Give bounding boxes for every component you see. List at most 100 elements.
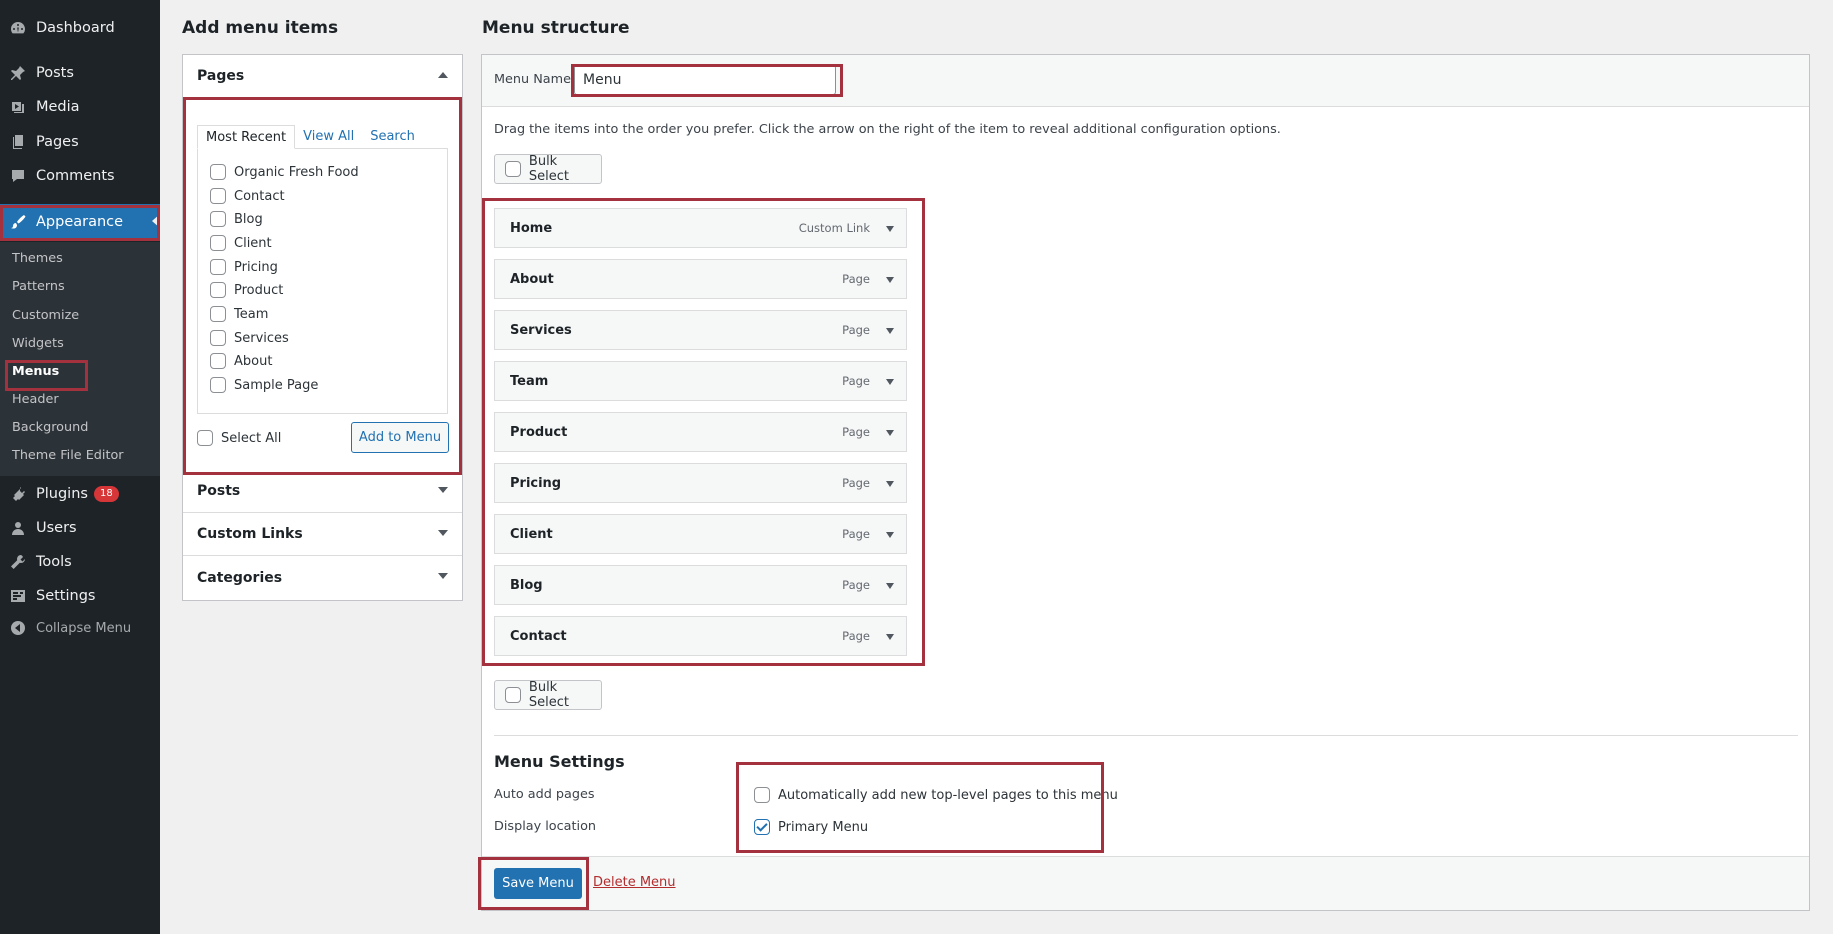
checkbox[interactable] [210,330,226,346]
menu-item-type: Page [842,323,870,337]
primary-menu-checkbox[interactable]: Primary Menu [754,819,868,835]
pages-icon [9,133,27,151]
submenu-customize[interactable]: Customize [12,308,79,323]
submenu-header[interactable]: Header [12,392,59,407]
tab-most-recent[interactable]: Most Recent [197,125,296,149]
submenu-menus[interactable]: Menus [12,364,59,379]
collapse-menu-button[interactable]: Collapse Menu [0,611,160,645]
categories-section-toggle[interactable]: Categories [183,556,462,599]
submenu-background[interactable]: Background [12,420,88,435]
save-menu-button[interactable]: Save Menu [494,868,582,899]
menu-item-services[interactable]: Services Page [494,310,907,350]
item-expand-arrow-icon[interactable] [886,583,894,589]
checkbox[interactable] [210,164,226,180]
menu-item-pricing[interactable]: Pricing Page [494,463,907,503]
page-checkbox-row[interactable]: Pricing [210,259,278,275]
page-checkbox-row[interactable]: Team [210,306,268,322]
custom-links-section-toggle[interactable]: Custom Links [183,513,462,556]
item-expand-arrow-icon[interactable] [886,328,894,334]
posts-section-toggle[interactable]: Posts [183,470,462,513]
page-label: Services [234,330,289,346]
display-location-label: Display location [494,819,597,834]
comment-icon [9,167,27,185]
nav-comments[interactable]: Comments [0,159,160,193]
checkbox[interactable] [210,282,226,298]
menu-item-product[interactable]: Product Page [494,412,907,452]
delete-menu-link[interactable]: Delete Menu [593,875,676,890]
page-checkbox-row[interactable]: Client [210,235,272,251]
page-checkbox-row[interactable]: Organic Fresh Food [210,164,359,180]
plugins-update-badge: 18 [93,486,119,502]
nav-users[interactable]: Users [0,511,160,545]
auto-add-pages-checkbox[interactable]: Automatically add new top-level pages to… [754,787,1118,803]
bulk-select-bottom-button[interactable]: Bulk Select [494,680,602,710]
page-checkbox-row[interactable]: Services [210,330,289,346]
menu-item-home[interactable]: Home Custom Link [494,208,907,248]
tab-search[interactable]: Search [362,125,423,149]
checkbox[interactable] [210,259,226,275]
nav-posts[interactable]: Posts [0,56,160,90]
checkbox[interactable] [754,787,770,803]
item-expand-arrow-icon[interactable] [886,481,894,487]
item-expand-arrow-icon[interactable] [886,277,894,283]
page-checkbox-row[interactable]: About [210,353,272,369]
item-expand-arrow-icon[interactable] [886,532,894,538]
item-expand-arrow-icon[interactable] [886,634,894,640]
add-to-menu-button[interactable]: Add to Menu [351,422,449,453]
checkbox[interactable] [210,353,226,369]
bulk-select-top-button[interactable]: Bulk Select [494,154,602,184]
submenu-theme-file-editor[interactable]: Theme File Editor [12,448,124,463]
checkbox[interactable] [210,235,226,251]
nav-tools[interactable]: Tools [0,545,160,579]
page-checkbox-row[interactable]: Contact [210,188,285,204]
custom-links-section-title: Custom Links [197,526,303,542]
pages-section-toggle[interactable]: Pages [183,55,462,98]
checkbox[interactable] [197,430,213,446]
checkbox[interactable] [210,377,226,393]
nav-plugins[interactable]: Plugins 18 [0,477,160,511]
submenu-widgets[interactable]: Widgets [12,336,64,351]
menu-item-type: Page [842,272,870,286]
menu-item-about[interactable]: About Page [494,259,907,299]
select-all-checkbox[interactable]: Select All [197,430,281,446]
checkbox[interactable] [505,161,521,177]
page-checkbox-row[interactable]: Sample Page [210,377,318,393]
checkbox[interactable] [210,211,226,227]
nav-appearance[interactable]: Appearance [0,204,160,240]
tab-view-all[interactable]: View All [295,125,362,149]
menu-item-title: Contact [510,628,567,644]
menu-name-input[interactable]: Menu [574,65,836,95]
checkbox-checked[interactable] [754,819,770,835]
submenu-themes[interactable]: Themes [12,251,63,266]
checkbox[interactable] [210,188,226,204]
nav-posts-label: Posts [36,65,74,81]
item-expand-arrow-icon[interactable] [886,430,894,436]
menu-item-type: Page [842,425,870,439]
page-label: Pricing [234,259,278,275]
page-checkbox-row[interactable]: Product [210,282,283,298]
menu-item-client[interactable]: Client Page [494,514,907,554]
menu-settings-heading: Menu Settings [494,752,625,771]
nav-appearance-label: Appearance [36,214,124,230]
item-expand-arrow-icon[interactable] [886,379,894,385]
nav-media[interactable]: Media [0,90,160,124]
item-expand-arrow-icon[interactable] [886,226,894,232]
submenu-patterns[interactable]: Patterns [12,279,65,294]
menu-item-team[interactable]: Team Page [494,361,907,401]
media-icon [9,98,27,116]
nav-dashboard[interactable]: Dashboard [0,11,160,45]
checkbox[interactable] [505,687,521,703]
menu-item-blog[interactable]: Blog Page [494,565,907,605]
nav-pages[interactable]: Pages [0,125,160,159]
menu-item-contact[interactable]: Contact Page [494,616,907,656]
add-menu-items-heading: Add menu items [182,18,339,38]
page-checkbox-row[interactable]: Blog [210,211,263,227]
nav-settings[interactable]: Settings [0,579,160,613]
collapse-menu-label: Collapse Menu [36,620,132,636]
menu-structure-heading: Menu structure [482,18,630,38]
pages-section-title: Pages [197,68,245,84]
settings-sliders-icon [9,587,27,605]
checkbox[interactable] [210,306,226,322]
chevron-down-icon [438,530,448,536]
auto-add-pages-option: Automatically add new top-level pages to… [778,787,1118,803]
